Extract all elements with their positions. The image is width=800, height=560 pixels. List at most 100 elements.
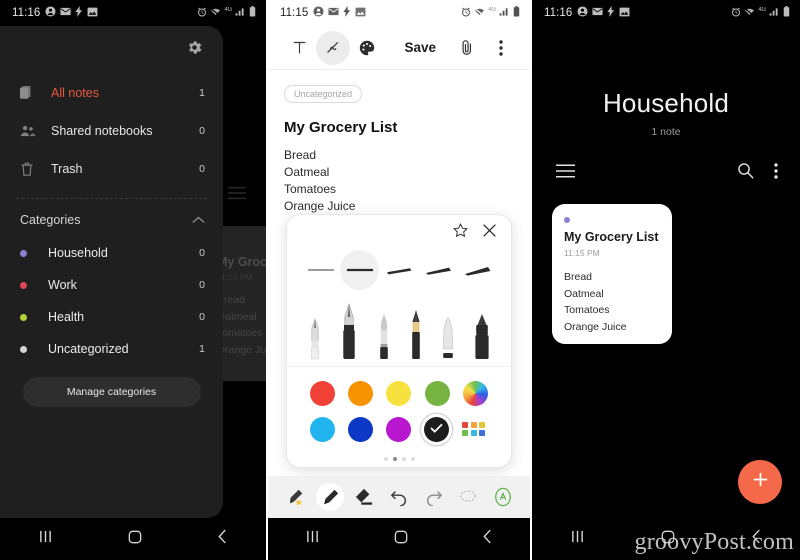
overflow-menu-icon[interactable] (774, 162, 778, 184)
color-swatch-rainbow-picker[interactable] (463, 380, 489, 406)
flash-icon (607, 6, 615, 20)
stroke-width-option-5[interactable] (458, 250, 497, 290)
note-category-chip[interactable]: Uncategorized (284, 85, 363, 103)
status-bar-left-icons (577, 6, 630, 20)
save-button[interactable]: Save (404, 40, 436, 55)
back-icon[interactable] (482, 529, 493, 549)
search-icon[interactable] (737, 162, 754, 184)
category-count: 0 (199, 279, 205, 291)
color-swatch-green[interactable] (424, 380, 450, 406)
hamburger-menu-icon[interactable] (556, 164, 575, 183)
sidebar-item-shared-notebooks[interactable]: Shared notebooks 0 (0, 112, 223, 150)
note-line[interactable]: Oatmeal (284, 164, 514, 181)
color-swatch-light-blue[interactable] (309, 416, 335, 442)
recents-icon[interactable] (570, 530, 585, 548)
color-swatch-yellow[interactable] (386, 380, 412, 406)
palette-icon[interactable] (350, 31, 384, 65)
sidebar-category-household[interactable]: Household 0 (0, 237, 223, 269)
recents-icon[interactable] (305, 530, 320, 548)
color-swatch-black-selected[interactable] (424, 416, 450, 442)
pen-icon[interactable] (315, 483, 344, 511)
pen-popup-page-indicator (287, 447, 511, 461)
phone-panel-note-editor: 11:15 4G Save Uncategorized My Grocery L… (266, 0, 532, 560)
gear-icon[interactable] (186, 39, 203, 61)
color-swatch-blue[interactable] (347, 416, 373, 442)
recents-icon[interactable] (38, 530, 53, 548)
pencil-icon[interactable] (408, 309, 424, 366)
lasso-select-icon[interactable] (454, 483, 482, 511)
text-recognition-icon[interactable] (489, 483, 517, 511)
close-icon[interactable] (482, 223, 497, 243)
stroke-width-row (287, 245, 511, 295)
page-dot[interactable] (410, 457, 415, 461)
status-bar: 11:16 4G (532, 0, 800, 26)
alarm-icon (461, 7, 471, 20)
marker-icon[interactable] (473, 313, 491, 366)
note-line[interactable]: Bread (284, 147, 514, 164)
page-dot-active[interactable] (392, 457, 397, 461)
page-dot[interactable] (401, 457, 406, 461)
note-line[interactable]: Orange Juice (284, 198, 514, 215)
category-color-dot (20, 313, 27, 321)
note-line[interactable]: Tomatoes (284, 181, 514, 198)
sidebar-item-all-notes[interactable]: All notes 1 (0, 74, 223, 112)
sidebar-item-trash[interactable]: Trash 0 (0, 150, 223, 188)
stroke-width-option-3[interactable] (379, 250, 418, 290)
text-mode-icon[interactable] (282, 31, 316, 65)
category-action-bar-right (737, 162, 778, 184)
status-bar-right-icons: 4G (461, 6, 520, 20)
pen-type-row (287, 295, 511, 367)
drawer-divider (16, 198, 207, 199)
status-bar: 11:15 4G (268, 0, 530, 26)
back-icon[interactable] (751, 529, 762, 549)
star-icon[interactable] (453, 223, 468, 243)
brush-icon[interactable] (440, 317, 456, 366)
category-color-dot (564, 217, 570, 223)
color-swatch-red[interactable] (309, 380, 335, 406)
home-icon[interactable] (128, 530, 142, 549)
ballpoint-pen-icon[interactable] (376, 313, 392, 366)
category-label: Health (48, 310, 85, 324)
status-bar-time: 11:15 (280, 7, 309, 19)
status-bar-right-icons: 4G (197, 6, 256, 20)
dimmed-note-line: Bread (217, 294, 246, 306)
stroke-width-option-1[interactable] (301, 250, 340, 290)
stroke-width-option-4[interactable] (419, 250, 458, 290)
add-note-fab[interactable] (738, 460, 782, 504)
manage-categories-button[interactable]: Manage categories (22, 377, 201, 407)
chevron-up-icon[interactable] (192, 213, 205, 227)
email-icon (328, 7, 339, 19)
sidebar-category-health[interactable]: Health 0 (0, 301, 223, 333)
alarm-icon (731, 7, 741, 20)
stroke-width-option-2[interactable] (340, 250, 380, 290)
redo-icon[interactable] (420, 483, 448, 511)
page-dot[interactable] (383, 457, 388, 461)
eraser-icon[interactable] (350, 483, 378, 511)
overflow-menu-icon[interactable] (484, 31, 518, 65)
color-palette-grid-icon[interactable] (462, 421, 488, 437)
note-card-line: Tomatoes (564, 304, 610, 316)
sidebar-category-work[interactable]: Work 0 (0, 269, 223, 301)
dimmed-note-title: My Grocery List (217, 255, 266, 269)
fountain-pen-icon[interactable] (307, 317, 323, 366)
sidebar-category-uncategorized[interactable]: Uncategorized 1 (0, 333, 223, 365)
network-4g-icon: 4G (758, 7, 766, 13)
undo-icon[interactable] (385, 483, 413, 511)
phone-panel-notes-drawer: 11:16 4G My Groc 11:15 PM Bread Oatmeal … (0, 0, 266, 560)
highlighter-pen-icon[interactable] (281, 483, 309, 511)
sidebar-item-count: 0 (199, 163, 205, 175)
paperclip-icon[interactable] (450, 31, 484, 65)
categories-section-header[interactable]: Categories (0, 203, 223, 237)
color-swatch-orange[interactable] (348, 380, 374, 406)
home-icon[interactable] (394, 530, 408, 549)
pen-popup-header (287, 215, 511, 243)
sidebar-item-count: 1 (199, 87, 205, 99)
back-icon[interactable] (217, 529, 228, 549)
color-swatch-purple[interactable] (385, 416, 411, 442)
home-icon[interactable] (661, 530, 675, 549)
calligraphy-pen-icon[interactable] (339, 303, 359, 366)
note-title[interactable]: My Grocery List (284, 119, 514, 136)
status-bar-left-icons (313, 6, 366, 20)
note-card[interactable]: My Grocery List 11:15 PM Bread Oatmeal T… (552, 204, 672, 344)
handwriting-mode-icon[interactable] (316, 30, 350, 65)
